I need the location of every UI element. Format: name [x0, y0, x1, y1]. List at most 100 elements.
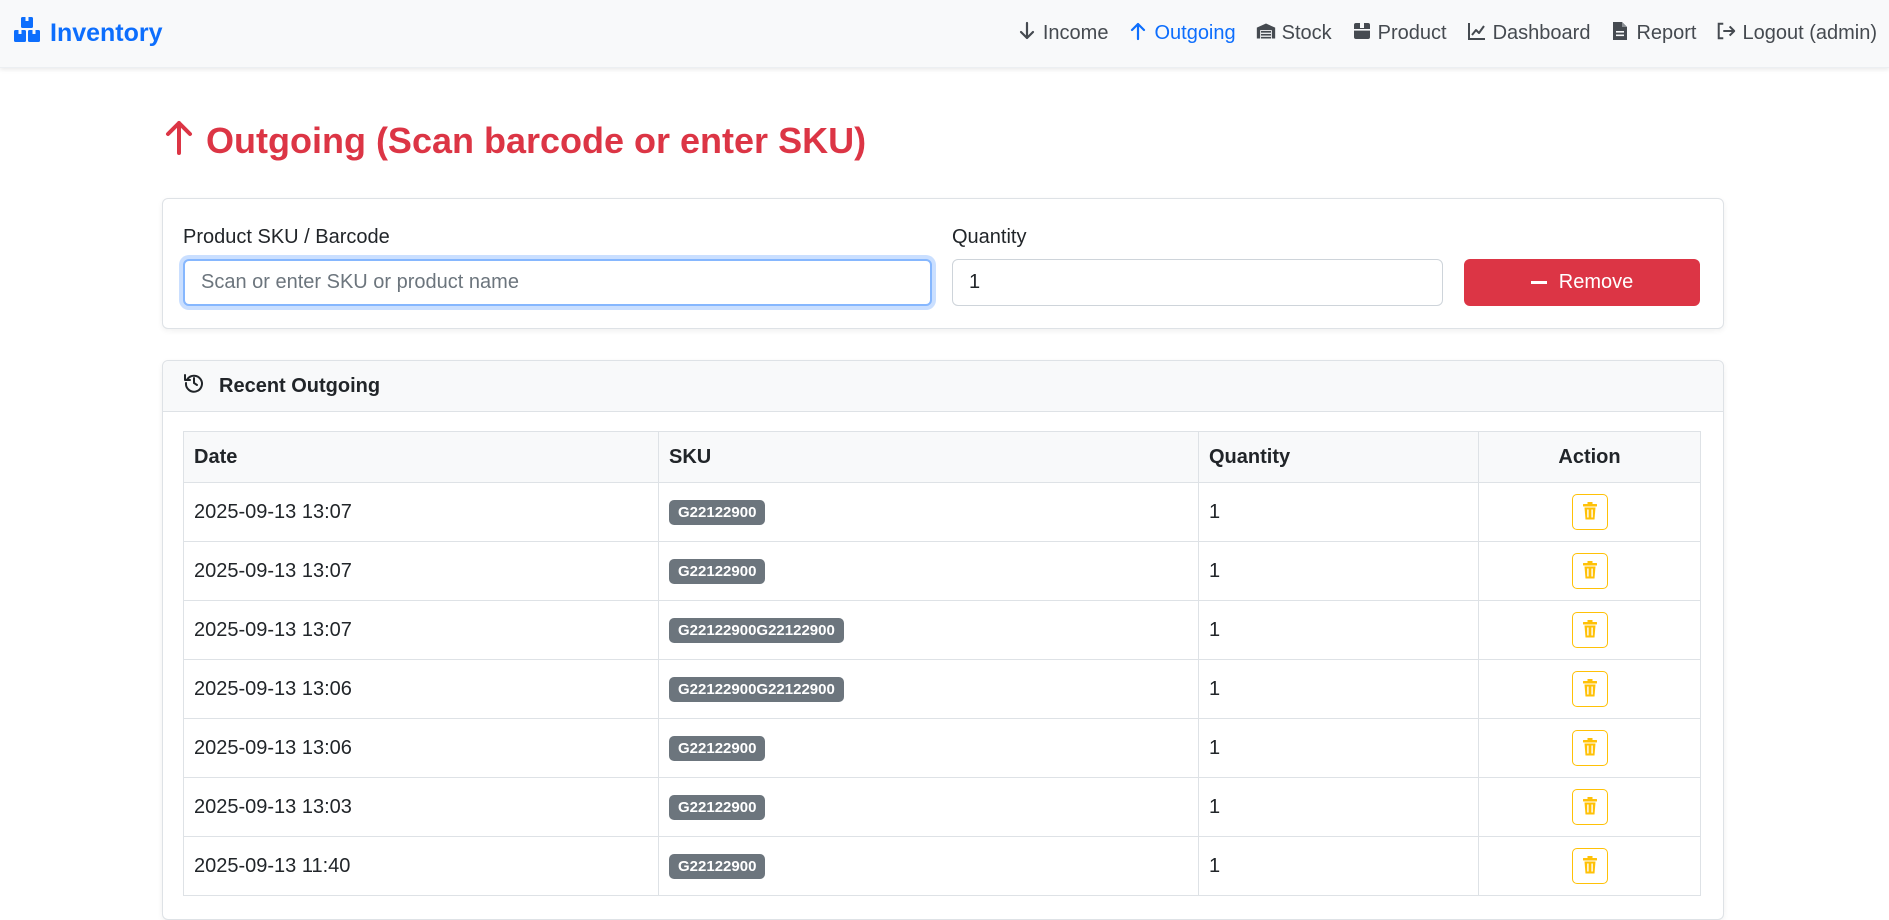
delete-button[interactable]	[1571, 730, 1608, 766]
sku-cell: G22122900	[658, 718, 1199, 778]
table-row: 2025-09-13 13:07 G22122900G22122900 1	[183, 600, 1701, 660]
action-cell	[1478, 718, 1701, 778]
date-cell: 2025-09-13 13:06	[183, 718, 659, 778]
table-row: 2025-09-13 13:06 G22122900 1	[183, 718, 1701, 778]
page-title: Outgoing (Scan barcode or enter SKU)	[162, 116, 1724, 166]
action-cell	[1478, 541, 1701, 601]
action-cell	[1478, 659, 1701, 719]
nav-item-income[interactable]: Income	[1017, 21, 1109, 47]
date-cell: 2025-09-13 13:07	[183, 541, 659, 601]
sku-cell: G22122900G22122900	[658, 600, 1199, 660]
arrow-down-icon	[1017, 21, 1037, 47]
remove-button-label: Remove	[1558, 271, 1634, 293]
arrow-up-icon	[162, 119, 196, 164]
delete-button[interactable]	[1571, 789, 1608, 825]
trash-icon	[1582, 678, 1598, 700]
sku-badge: G22122900G22122900	[669, 617, 844, 643]
delete-button[interactable]	[1571, 494, 1608, 530]
file-icon	[1610, 21, 1630, 47]
nav-item-label: Dashboard	[1492, 22, 1591, 44]
column-header-sku: SKU	[658, 431, 1199, 483]
brand-label: Inventory	[50, 19, 163, 47]
trash-icon	[1582, 501, 1598, 523]
nav-item-outgoing[interactable]: Outgoing	[1128, 21, 1236, 47]
sku-cell: G22122900	[658, 836, 1199, 896]
sku-badge: G22122900	[669, 794, 766, 820]
quantity-cell: 1	[1198, 600, 1479, 660]
table-row: 2025-09-13 11:40 G22122900 1	[183, 836, 1701, 896]
delete-button[interactable]	[1571, 612, 1608, 648]
quantity-cell: 1	[1198, 836, 1479, 896]
nav-item-logout[interactable]: Logout (admin)	[1716, 21, 1877, 47]
nav-item-label: Product	[1377, 22, 1447, 44]
sku-cell: G22122900	[658, 541, 1199, 601]
nav-item-label: Report	[1636, 22, 1697, 44]
trash-icon	[1582, 796, 1598, 818]
sku-badge: G22122900	[669, 558, 766, 584]
quantity-cell: 1	[1198, 718, 1479, 778]
recent-outgoing-header: Recent Outgoing	[163, 361, 1723, 412]
delete-button[interactable]	[1571, 671, 1608, 707]
column-header-action: Action	[1478, 431, 1701, 483]
nav-item-label: Logout (admin)	[1742, 22, 1877, 44]
nav-item-stock[interactable]: Stock	[1256, 21, 1332, 47]
sku-cell: G22122900	[658, 482, 1199, 542]
chart-line-icon	[1467, 21, 1487, 47]
brand-link[interactable]: Inventory	[12, 15, 163, 52]
date-cell: 2025-09-13 13:07	[183, 482, 659, 542]
nav-item-label: Stock	[1281, 22, 1332, 44]
remove-button[interactable]: Remove	[1464, 259, 1700, 306]
warehouse-icon	[1256, 21, 1276, 47]
nav-item-dashboard[interactable]: Dashboard	[1467, 21, 1591, 47]
table-row: 2025-09-13 13:06 G22122900G22122900 1	[183, 659, 1701, 719]
quantity-input[interactable]	[952, 259, 1443, 306]
quantity-cell: 1	[1198, 541, 1479, 601]
sku-input[interactable]	[183, 259, 932, 306]
column-header-quantity: Quantity	[1198, 431, 1479, 483]
trash-icon	[1582, 560, 1598, 582]
quantity-cell: 1	[1198, 659, 1479, 719]
nav-item-report[interactable]: Report	[1610, 21, 1696, 47]
quantity-cell: 1	[1198, 482, 1479, 542]
table-row: 2025-09-13 13:07 G22122900 1	[183, 482, 1701, 542]
nav-item-label: Income	[1042, 22, 1109, 44]
sku-badge: G22122900	[669, 735, 766, 761]
table-wrapper: Date SKU Quantity Action 2025-09-13 13:0…	[163, 412, 1723, 896]
quantity-cell: 1	[1198, 777, 1479, 837]
sku-cell: G22122900	[658, 777, 1199, 837]
table-row: 2025-09-13 13:03 G22122900 1	[183, 777, 1701, 837]
date-cell: 2025-09-13 13:07	[183, 600, 659, 660]
logout-icon	[1716, 21, 1736, 47]
sku-label: Product SKU / Barcode	[183, 226, 390, 248]
trash-icon	[1582, 619, 1598, 641]
arrow-up-icon	[1128, 21, 1148, 47]
quantity-label: Quantity	[952, 226, 1027, 248]
sku-cell: G22122900G22122900	[658, 659, 1199, 719]
action-cell	[1478, 600, 1701, 660]
minus-icon	[1530, 281, 1547, 284]
action-cell	[1478, 777, 1701, 837]
action-cell	[1478, 836, 1701, 896]
recent-outgoing-card: Recent Outgoing Date SKU Quantity Action	[162, 360, 1724, 920]
page-title-text: Outgoing (Scan barcode or enter SKU)	[206, 120, 867, 161]
sku-badge: G22122900	[669, 499, 766, 525]
trash-icon	[1582, 737, 1598, 759]
box-icon	[1352, 21, 1372, 47]
nav-item-label: Outgoing	[1154, 22, 1236, 44]
date-cell: 2025-09-13 13:03	[183, 777, 659, 837]
action-cell	[1478, 482, 1701, 542]
nav-menu: Income Outgoing Stock Product Dashboard	[1017, 21, 1877, 47]
nav-item-product[interactable]: Product	[1352, 21, 1447, 47]
outgoing-form: Product SKU / Barcode Quantity Remove	[162, 198, 1724, 329]
sku-badge: G22122900G22122900	[669, 676, 844, 702]
date-cell: 2025-09-13 11:40	[183, 836, 659, 896]
delete-button[interactable]	[1571, 848, 1608, 884]
delete-button[interactable]	[1571, 553, 1608, 589]
history-icon	[183, 372, 205, 400]
sku-badge: G22122900	[669, 853, 766, 879]
navbar: Inventory Income Outgoing Stock Product	[0, 0, 1889, 68]
main-content: Outgoing (Scan barcode or enter SKU) Pro…	[162, 116, 1724, 920]
table-header-row: Date SKU Quantity Action	[183, 431, 1701, 483]
table-row: 2025-09-13 13:07 G22122900 1	[183, 541, 1701, 601]
column-header-date: Date	[183, 431, 659, 483]
